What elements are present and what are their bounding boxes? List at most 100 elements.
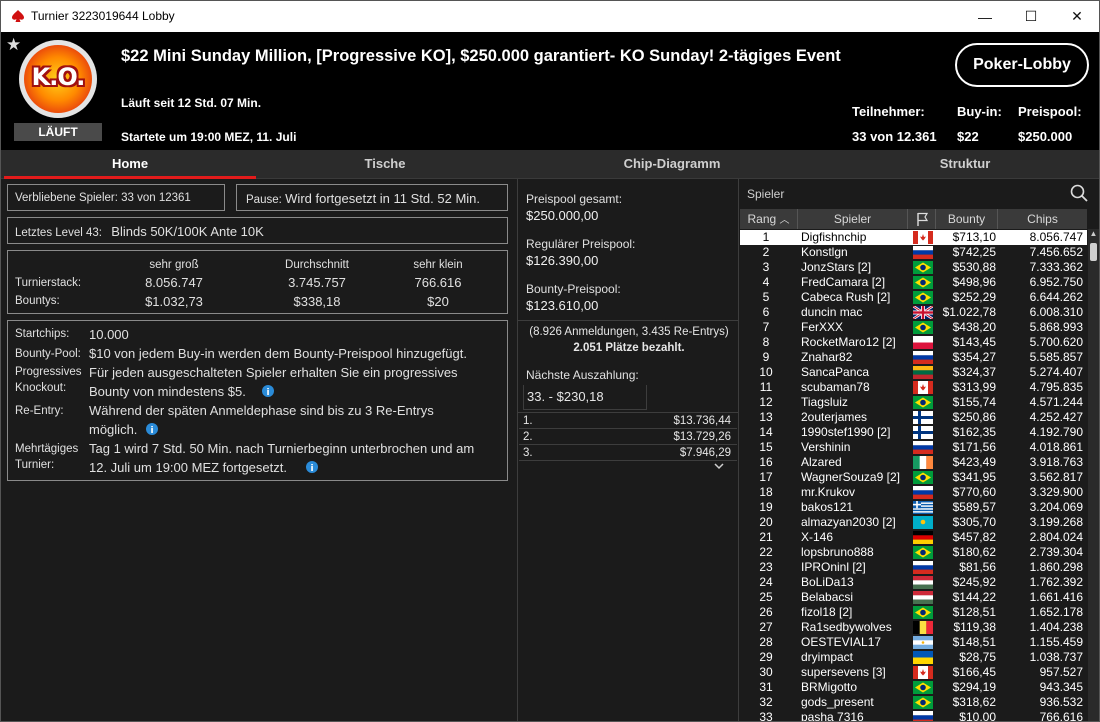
player-row[interactable]: 18 mr.Krukov $770,60 3.329.900 xyxy=(740,485,1087,500)
player-row[interactable]: 19 bakos121 $589,57 3.204.069 xyxy=(740,500,1087,515)
player-row[interactable]: 17 WagnerSouza9 [2] $341,95 3.562.817 xyxy=(740,470,1087,485)
player-row[interactable]: 20 almazyan2030 [2] $305,70 3.199.268 xyxy=(740,515,1087,530)
player-row[interactable]: 12 Tiagsluiz $155,74 4.571.244 xyxy=(740,395,1087,410)
player-row[interactable]: 1 Digfishnchip $713,10 8.056.747 xyxy=(740,230,1087,245)
player-name: BoLiDa13 xyxy=(801,575,854,589)
player-row[interactable]: 29 dryimpact $28,75 1.038.737 xyxy=(740,650,1087,665)
player-name: supersevens [3] xyxy=(801,665,886,679)
player-row[interactable]: 27 Ra1sedbywolves $119,38 1.404.238 xyxy=(740,620,1087,635)
player-chips: 936.532 xyxy=(1039,695,1083,709)
player-row[interactable]: 2 Konstlgn $742,25 7.456.652 xyxy=(740,245,1087,260)
multiday-info-icon[interactable]: i xyxy=(306,461,318,473)
player-row[interactable]: 25 Belabacsi $144,22 1.661.416 xyxy=(740,590,1087,605)
reentry-info-icon[interactable]: i xyxy=(146,423,158,435)
scrollbar[interactable]: ▲ xyxy=(1088,229,1099,721)
search-input[interactable]: Spieler xyxy=(747,187,784,201)
divider xyxy=(518,320,738,321)
player-row[interactable]: 5 Cabeca Rush [2] $252,29 6.644.262 xyxy=(740,290,1087,305)
player-bounty: $10,00 xyxy=(959,710,996,722)
pause-label: Pause: xyxy=(246,194,282,206)
player-row[interactable]: 8 RocketMaro12 [2] $143,45 5.700.620 xyxy=(740,335,1087,350)
stack-col-small: sehr klein xyxy=(413,259,463,271)
player-rank: 27 xyxy=(759,620,773,634)
player-row[interactable]: 10 SancaPanca $324,37 5.274.407 xyxy=(740,365,1087,380)
column-header-flag[interactable] xyxy=(908,209,936,229)
player-search[interactable]: Spieler xyxy=(740,180,1099,208)
player-rank: 18 xyxy=(759,485,773,499)
player-bounty: $318,62 xyxy=(952,695,996,709)
stack-col-average: Durchschnitt xyxy=(285,259,349,271)
player-row[interactable]: 26 fizol18 [2] $128,51 1.652.178 xyxy=(740,605,1087,620)
column-header-rank[interactable]: Rang ︿ xyxy=(740,209,798,229)
scrollbar-thumb[interactable] xyxy=(1090,243,1097,261)
player-chips: 5.700.620 xyxy=(1029,335,1083,349)
player-row[interactable]: 9 Znahar82 $354,27 5.585.857 xyxy=(740,350,1087,365)
tab-structure[interactable]: Struktur xyxy=(835,150,1095,179)
player-row[interactable]: 3 JonzStars [2] $530,88 7.333.362 xyxy=(740,260,1087,275)
player-bounty: $589,57 xyxy=(952,500,996,514)
close-button[interactable]: ✕ xyxy=(1054,1,1099,32)
player-chips: 6.644.262 xyxy=(1029,290,1083,304)
column-header-player[interactable]: Spieler xyxy=(798,209,908,229)
tab-home[interactable]: Home xyxy=(4,150,256,179)
player-row[interactable]: 30 supersevens [3] $166,45 957.527 xyxy=(740,665,1087,680)
player-row[interactable]: 33 pasha 7316 $10,00 766.616 xyxy=(740,710,1087,722)
player-rank: 4 xyxy=(762,275,770,289)
player-row[interactable]: 14 1990stef1990 [2] $162,35 4.192.790 xyxy=(740,425,1087,440)
minimize-button[interactable]: — xyxy=(962,1,1008,32)
player-name: Vershinin xyxy=(801,440,851,454)
svg-text:i: i xyxy=(310,464,313,473)
stack-large-value: 8.056.747 xyxy=(145,275,203,290)
scroll-up-arrow[interactable]: ▲ xyxy=(1088,229,1099,239)
tab-chip-chart[interactable]: Chip-Diagramm xyxy=(542,150,802,179)
player-row[interactable]: 28 OESTEVIAL17 $148,51 1.155.459 xyxy=(740,635,1087,650)
player-chips: 3.562.817 xyxy=(1029,470,1083,484)
country-flag-icon xyxy=(913,246,933,259)
player-rank: 5 xyxy=(762,290,770,304)
player-bounty: $438,20 xyxy=(952,320,996,334)
player-row[interactable]: 6 duncin mac $1.022,78 6.008.310 xyxy=(740,305,1087,320)
country-flag-icon xyxy=(913,366,933,379)
tab-bar: Home Tische Chip-Diagramm Struktur xyxy=(1,150,1099,179)
player-chips: 1.038.737 xyxy=(1029,650,1083,664)
player-chips: 1.404.238 xyxy=(1029,620,1083,634)
player-chips: 943.345 xyxy=(1039,680,1083,694)
column-header-bounty[interactable]: Bounty xyxy=(936,209,998,229)
chevron-down-icon[interactable] xyxy=(714,463,724,470)
player-name: scubaman78 xyxy=(801,380,870,394)
maximize-button[interactable]: ☐ xyxy=(1008,1,1054,32)
player-row[interactable]: 31 BRMigotto $294,19 943.345 xyxy=(740,680,1087,695)
country-flag-icon xyxy=(913,441,933,454)
search-icon[interactable] xyxy=(1070,184,1088,202)
player-chips: 766.616 xyxy=(1039,710,1083,722)
player-row[interactable]: 11 scubaman78 $313,99 4.795.835 xyxy=(740,380,1087,395)
tournament-info: Startchips: 10.000 Bounty-Pool: $10 von … xyxy=(7,320,508,481)
reentry-value-line1: Während der späten Anmeldephase sind bis… xyxy=(89,403,434,418)
payout-amount: $13.736,44 xyxy=(673,415,731,427)
lobby-window: Turnier 3223019644 Lobby — ☐ ✕ ★ K.O. LÄ… xyxy=(0,0,1100,722)
knockout-logo: K.O. xyxy=(19,40,97,118)
player-row[interactable]: 22 lopsbruno888 $180,62 2.739.304 xyxy=(740,545,1087,560)
column-header-chips[interactable]: Chips xyxy=(998,209,1087,229)
pokerstars-spade-icon xyxy=(12,10,24,22)
player-row[interactable]: 23 IPROninl [2] $81,56 1.860.298 xyxy=(740,560,1087,575)
player-row[interactable]: 24 BoLiDa13 $245,92 1.762.392 xyxy=(740,575,1087,590)
player-row[interactable]: 7 FerXXX $438,20 5.868.993 xyxy=(740,320,1087,335)
country-flag-icon xyxy=(913,396,933,409)
player-bounty: $250,86 xyxy=(952,410,996,424)
poker-lobby-button[interactable]: Poker-Lobby xyxy=(955,43,1089,87)
pko-info-icon[interactable]: i xyxy=(262,385,274,397)
player-row[interactable]: 4 FredCamara [2] $498,96 6.952.750 xyxy=(740,275,1087,290)
player-chips: 2.804.024 xyxy=(1029,530,1083,544)
player-row[interactable]: 13 2outerjames $250,86 4.252.427 xyxy=(740,410,1087,425)
favorite-star-icon[interactable]: ★ xyxy=(6,35,21,55)
player-chips: 1.860.298 xyxy=(1029,560,1083,574)
player-row[interactable]: 15 Vershinin $171,56 4.018.861 xyxy=(740,440,1087,455)
player-bounty: $144,22 xyxy=(952,590,996,604)
pko-label-line1: Progressives xyxy=(15,366,82,378)
player-row[interactable]: 32 gods_present $318,62 936.532 xyxy=(740,695,1087,710)
player-row[interactable]: 21 X-146 $457,82 2.804.024 xyxy=(740,530,1087,545)
player-row[interactable]: 16 Alzared $423,49 3.918.763 xyxy=(740,455,1087,470)
player-chips: 4.192.790 xyxy=(1029,425,1083,439)
tab-tables[interactable]: Tische xyxy=(256,150,514,179)
